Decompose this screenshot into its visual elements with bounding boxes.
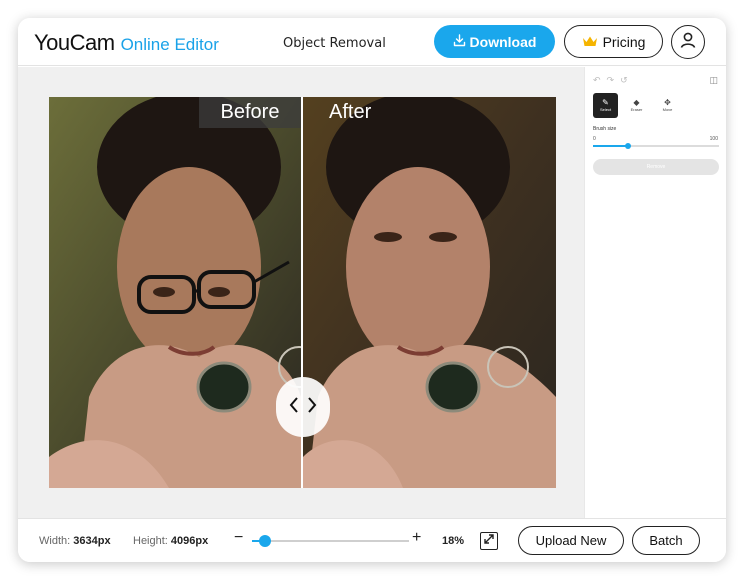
redo-icon[interactable]: ↷ (607, 75, 615, 86)
undo-icon[interactable]: ↶ (593, 75, 601, 86)
tool-panel: ↶ ↷ ↺ ◫ ✎ Select ◆ Eraser ✥ Move Brush s… (584, 67, 726, 518)
brush-icon: ✎ (602, 97, 609, 107)
logo-subtitle: Online Editor (120, 35, 219, 54)
user-icon (679, 31, 697, 54)
width-value: 3634px (73, 535, 111, 547)
tool-eraser[interactable]: ◆ Eraser (624, 93, 649, 118)
move-icon: ✥ (664, 97, 671, 107)
zoom-percent: 18% (442, 535, 465, 547)
after-label: After (329, 101, 372, 123)
crown-icon (582, 34, 598, 50)
after-photo (303, 97, 556, 488)
account-button[interactable] (671, 25, 705, 59)
brush-size-knob[interactable] (625, 143, 632, 149)
expand-icon (483, 532, 495, 550)
app-window: YouCam Online Editor Object Removal Down… (18, 18, 726, 562)
canvas-area: Before After (18, 67, 584, 518)
brush-size-fill (593, 145, 629, 147)
download-icon (453, 33, 466, 50)
pricing-button[interactable]: Pricing (564, 25, 663, 58)
history-controls: ↶ ↷ ↺ (593, 75, 628, 86)
page-title: Object Removal (283, 36, 386, 51)
brush-min-label: 0 (593, 136, 596, 142)
tool-eraser-label: Eraser (630, 106, 643, 112)
before-label: Before (199, 97, 301, 128)
zoom-knob[interactable] (258, 535, 271, 547)
app-logo[interactable]: YouCam Online Editor (34, 30, 219, 56)
tool-move[interactable]: ✥ Move (655, 93, 680, 118)
reset-icon[interactable]: ↺ (620, 75, 628, 86)
tool-select-label: Select (599, 106, 612, 112)
brush-size-label: Brush size (593, 126, 617, 132)
top-bar: YouCam Online Editor Object Removal Down… (18, 18, 726, 66)
download-label: Download (469, 33, 537, 50)
tool-group: ✎ Select ◆ Eraser ✥ Move (593, 93, 680, 118)
width-label: Width: (39, 535, 71, 547)
chevron-right-icon (307, 396, 317, 419)
before-photo (49, 97, 301, 488)
tool-select[interactable]: ✎ Select (593, 93, 618, 118)
compare-slider-handle[interactable] (276, 377, 330, 437)
height-value: 4096px (170, 535, 209, 547)
logo-wordmark: YouCam (34, 30, 115, 55)
pricing-label: Pricing (602, 33, 646, 50)
zoom-slider[interactable] (252, 535, 409, 547)
fit-screen-button[interactable] (480, 532, 498, 550)
zoom-in-button[interactable]: + (412, 529, 421, 547)
eraser-icon: ◆ (633, 97, 640, 107)
chevron-left-icon (289, 396, 299, 419)
height-label: Height: (133, 535, 168, 547)
image-width: Width: 3634px (39, 535, 111, 547)
before-after-compare[interactable]: Before After (49, 97, 556, 488)
download-button[interactable]: Download (434, 25, 555, 58)
compare-view-icon[interactable]: ◫ (709, 75, 718, 86)
batch-button[interactable]: Batch (632, 526, 700, 555)
upload-new-button[interactable]: Upload New (518, 526, 624, 555)
image-height: Height: 4096px (133, 535, 208, 547)
tool-move-label: Move (662, 106, 673, 112)
remove-button[interactable]: Remove (593, 159, 719, 175)
brush-max-label: 100 (709, 136, 718, 142)
bottom-bar: Width: 3634px Height: 4096px − + 18% Upl… (18, 518, 726, 562)
brush-size-slider[interactable] (593, 143, 719, 149)
zoom-out-button[interactable]: − (234, 529, 243, 547)
